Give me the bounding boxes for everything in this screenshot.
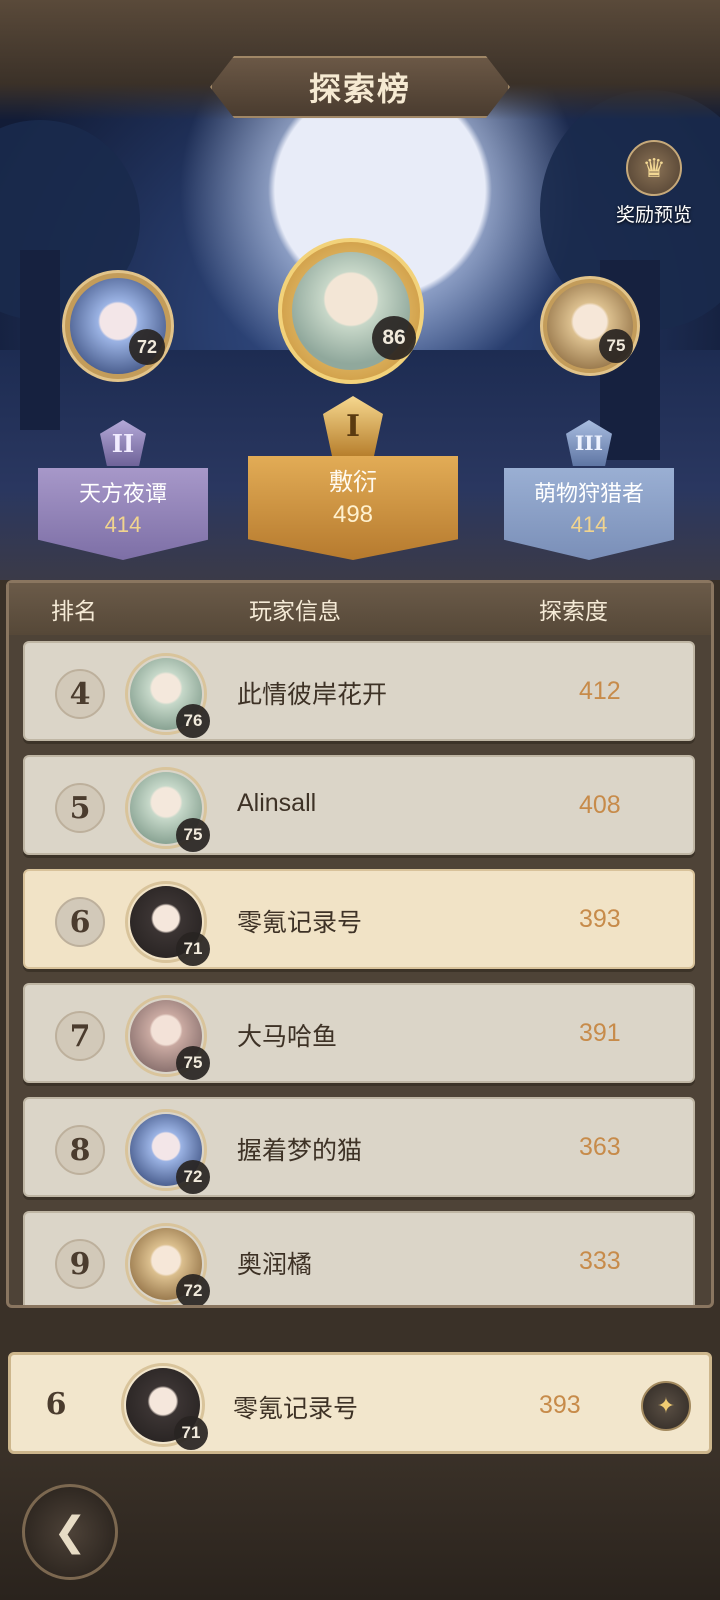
- rank-badge: II: [100, 420, 146, 466]
- player-name: Alinsall: [237, 789, 317, 817]
- table-header: 排名 玩家信息 探索度: [9, 583, 711, 635]
- podium-plate: 敷衍 498: [248, 456, 458, 560]
- podium-score: 414: [570, 512, 608, 537]
- rank-number: 9: [55, 1239, 105, 1289]
- current-player-bar[interactable]: 6 71 零氪记录号 393 ✦: [8, 1352, 712, 1454]
- rank-number: 8: [55, 1125, 105, 1175]
- player-score: 391: [579, 1019, 621, 1047]
- avatar-rank-1[interactable]: 86: [278, 238, 424, 384]
- podium-rank-1[interactable]: I 敷衍 498: [248, 396, 458, 564]
- podium-name: 天方夜谭: [78, 481, 167, 506]
- ranking-panel: 排名 玩家信息 探索度 4 76 此情彼岸花开 412 5 75 Alinsal…: [6, 580, 714, 1308]
- tree-trunk-left: [20, 250, 60, 430]
- reward-chest-icon: ♛: [626, 140, 682, 196]
- level-badge: 75: [176, 1046, 210, 1080]
- player-name: 奥润橘: [237, 1251, 313, 1279]
- rank-number: 5: [55, 783, 105, 833]
- share-icon: ✦: [656, 1393, 676, 1418]
- podium-name: 敷衍: [329, 469, 377, 496]
- page-title: 探索榜: [308, 70, 411, 108]
- header-player: 玩家信息: [249, 598, 341, 624]
- podium-plate: 萌物狩猎者 414: [504, 468, 674, 560]
- table-row[interactable]: 7 75 大马哈鱼 391: [23, 983, 695, 1083]
- level-badge: 71: [176, 932, 210, 966]
- my-player-score: 393: [539, 1391, 581, 1419]
- level-badge: 75: [176, 818, 210, 852]
- rank-badge: I: [323, 396, 383, 456]
- player-name: 此情彼岸花开: [237, 681, 388, 709]
- player-score: 412: [579, 677, 621, 705]
- avatar[interactable]: 72: [125, 1109, 210, 1194]
- title-plate: 探索榜: [210, 56, 510, 118]
- avatar[interactable]: 72: [125, 1223, 210, 1305]
- avatar[interactable]: 75: [125, 767, 210, 852]
- podium-rank-2[interactable]: II 天方夜谭 414: [38, 420, 208, 560]
- avatar[interactable]: 71: [125, 881, 210, 966]
- podium-plate: 天方夜谭 414: [38, 468, 208, 560]
- table-row[interactable]: 8 72 握着梦的猫 363: [23, 1097, 695, 1197]
- rank-number: 7: [55, 1011, 105, 1061]
- podium-rank-3[interactable]: III 萌物狩猎者 414: [504, 420, 674, 560]
- reward-preview-button[interactable]: ♛ 奖励预览: [604, 140, 704, 230]
- player-name: 零氪记录号: [237, 909, 363, 937]
- player-score: 393: [579, 905, 621, 933]
- my-rank-number: 6: [45, 1386, 67, 1422]
- back-button[interactable]: ❮: [22, 1484, 118, 1580]
- level-badge: 72: [129, 329, 165, 365]
- level-badge: 72: [176, 1274, 210, 1305]
- level-badge: 72: [176, 1160, 210, 1194]
- back-arrow-icon: ❮: [53, 1510, 87, 1554]
- header-score: 探索度: [539, 598, 608, 624]
- rank-badge: III: [566, 420, 612, 466]
- podium-score: 498: [332, 501, 374, 528]
- header-rank: 排名: [51, 598, 97, 624]
- avatar[interactable]: 76: [125, 653, 210, 738]
- level-badge: 71: [174, 1416, 208, 1450]
- level-badge: 76: [176, 704, 210, 738]
- rank-number: 4: [55, 669, 105, 719]
- rank-number: 6: [55, 897, 105, 947]
- table-row[interactable]: 4 76 此情彼岸花开 412: [23, 641, 695, 741]
- my-player-name: 零氪记录号: [233, 1395, 359, 1423]
- player-name: 大马哈鱼: [237, 1023, 338, 1051]
- table-row-current-player[interactable]: 6 71 零氪记录号 393: [23, 869, 695, 969]
- player-score: 333: [579, 1247, 621, 1275]
- avatar-rank-2[interactable]: 72: [62, 270, 174, 382]
- my-avatar[interactable]: 71: [121, 1363, 208, 1450]
- level-badge: 86: [372, 316, 416, 360]
- table-row[interactable]: 5 75 Alinsall 408: [23, 755, 695, 855]
- table-row[interactable]: 9 72 奥润橘 333: [23, 1211, 695, 1305]
- podium-score: 414: [104, 512, 142, 537]
- share-button[interactable]: ✦: [641, 1381, 691, 1431]
- player-score: 408: [579, 791, 621, 819]
- level-badge: 75: [599, 329, 633, 363]
- avatar-rank-3[interactable]: 75: [540, 276, 640, 376]
- reward-preview-label: 奖励预览: [615, 205, 692, 226]
- player-name: 握着梦的猫: [237, 1137, 363, 1165]
- player-score: 363: [579, 1133, 621, 1161]
- ranking-list[interactable]: 4 76 此情彼岸花开 412 5 75 Alinsall 408 6 71 零…: [17, 641, 703, 1305]
- podium-name: 萌物狩猎者: [533, 481, 644, 506]
- avatar[interactable]: 75: [125, 995, 210, 1080]
